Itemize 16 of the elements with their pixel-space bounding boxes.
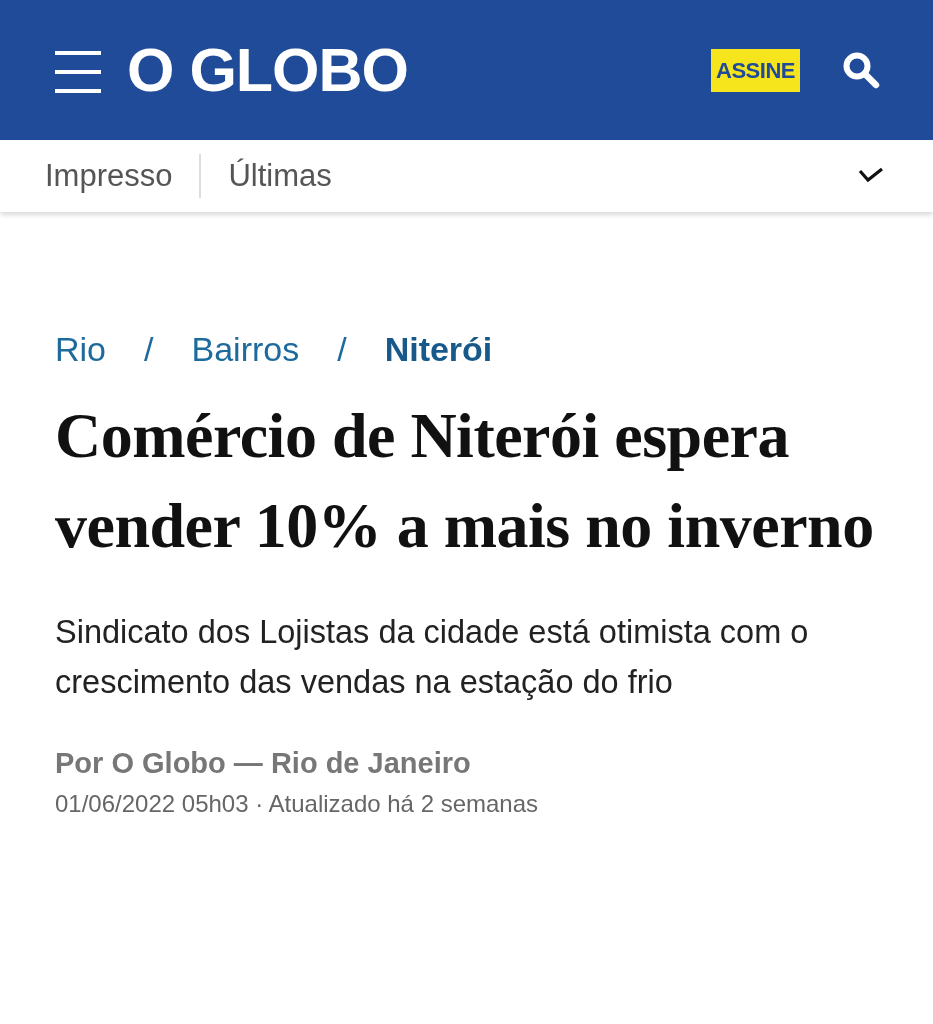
publish-date: 01/06/2022 05h03 · Atualizado há 2 semanas — [55, 790, 540, 818]
subscribe-button[interactable]: ASSINE — [711, 49, 800, 92]
chevron-down-icon[interactable] — [857, 167, 885, 185]
breadcrumb-separator: / — [337, 330, 347, 369]
subtitle: Sindicato dos Lojistas da cidade está otimista com o crescimento das vendas na estação do frio — [55, 613, 810, 702]
menu-icon[interactable] — [55, 49, 101, 95]
search-icon[interactable] — [842, 51, 880, 89]
nav-link[interactable]: Impresso — [45, 158, 173, 194]
logo[interactable]: O GLOBO — [127, 35, 409, 105]
headline: Comércio de Niterói espera vender 10% a mais no inverno — [55, 399, 875, 563]
byline: Por O Globo — Rio de Janeiro — [55, 747, 472, 780]
nav-link[interactable]: Últimas — [228, 158, 332, 194]
breadcrumb-separator: / — [144, 330, 154, 369]
breadcrumb-link[interactable]: Niterói — [384, 330, 493, 369]
breadcrumb-link[interactable]: Bairros — [191, 330, 300, 369]
breadcrumb-link[interactable]: Rio — [55, 330, 107, 369]
